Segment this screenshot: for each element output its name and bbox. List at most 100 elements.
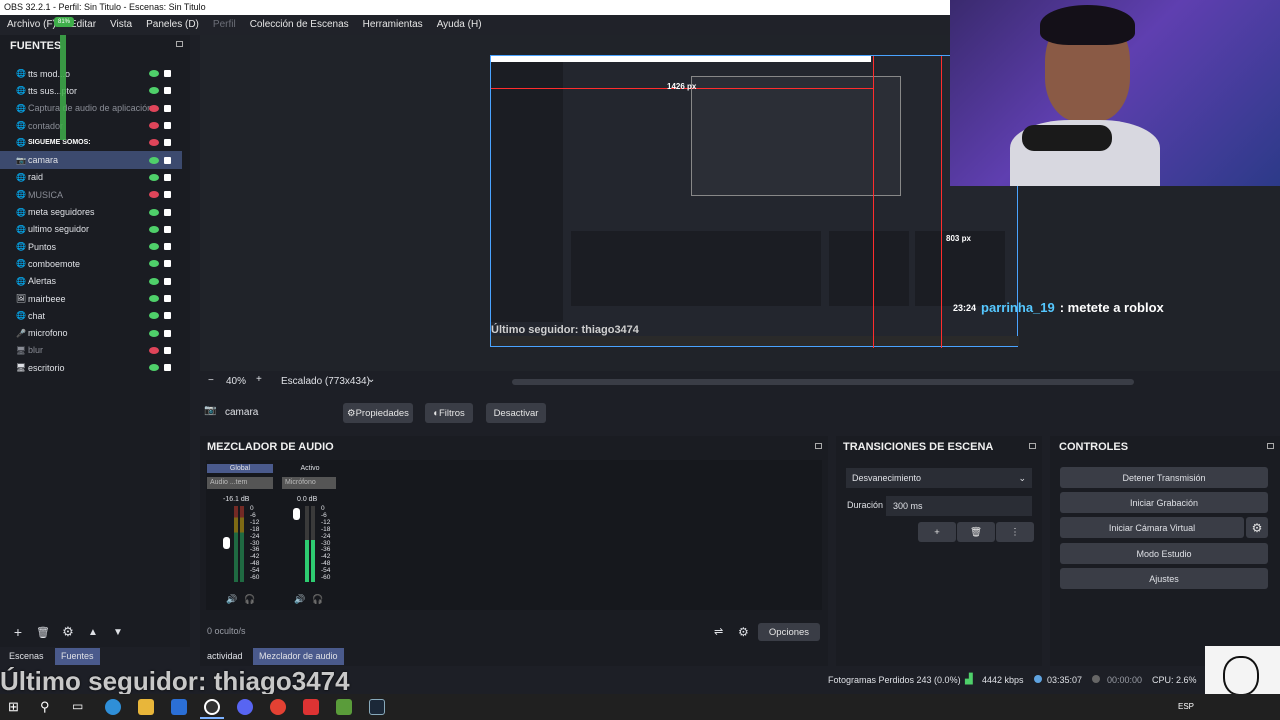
trash-icon[interactable]: 🗑	[35, 626, 51, 639]
source-item[interactable]: 🌐 SIGUEME SOMOS:	[0, 134, 182, 151]
mail-icon[interactable]	[171, 699, 187, 715]
lock-icon[interactable]	[164, 104, 171, 112]
tab-activity[interactable]: actividad	[201, 648, 249, 665]
headphones-icon[interactable]: 🎧	[312, 594, 323, 605]
undock-icon[interactable]	[1267, 443, 1274, 449]
volume-slider-global[interactable]	[223, 537, 230, 549]
more-options-icon[interactable]: ⋮	[996, 522, 1034, 542]
windows-start-icon[interactable]: ⊞	[8, 699, 24, 715]
discord-icon[interactable]	[237, 699, 253, 715]
source-item[interactable]: 📷 camara	[0, 151, 182, 169]
speaker-icon[interactable]: 🔊	[226, 594, 237, 605]
add-transition-button[interactable]: +	[918, 522, 956, 542]
lock-icon[interactable]	[164, 139, 171, 147]
transition-select[interactable]: Desvanecimiento ⌄	[846, 468, 1032, 488]
eye-icon[interactable]	[149, 312, 159, 320]
eye-off-icon[interactable]	[149, 139, 159, 147]
tab-audio-mixer[interactable]: Mezclador de audio	[253, 648, 344, 665]
menu-tools[interactable]: Herramientas	[356, 15, 430, 35]
lock-icon[interactable]	[164, 295, 171, 302]
source-item[interactable]: 🌐 MUSICA	[0, 186, 182, 203]
speaker-icon[interactable]: 🔊	[294, 594, 305, 605]
headphones-icon[interactable]: 🎧	[244, 594, 255, 605]
language-indicator[interactable]: ESP	[1178, 702, 1194, 711]
menu-docks[interactable]: Paneles (D)	[139, 15, 206, 35]
source-item[interactable]: 🌐 comboemote	[0, 255, 182, 272]
search-icon[interactable]: ⚲	[40, 699, 56, 715]
move-up-icon[interactable]: ▲	[85, 627, 101, 638]
undock-icon[interactable]	[815, 443, 822, 449]
source-item[interactable]: 🖥 escritorio	[0, 359, 182, 376]
eye-icon[interactable]	[149, 364, 159, 372]
source-item[interactable]: 🌐 meta seguidores	[0, 203, 182, 220]
source-item[interactable]: 🌐 Alertas	[0, 273, 182, 290]
lock-icon[interactable]	[164, 191, 171, 199]
file-explorer-icon[interactable]	[138, 699, 154, 715]
add-source-icon[interactable]: +	[10, 624, 26, 640]
eye-icon[interactable]	[149, 208, 159, 216]
start-recording-button[interactable]: Iniciar Grabación	[1060, 492, 1268, 513]
roblox-icon[interactable]	[303, 699, 319, 715]
settings-button[interactable]: Ajustes	[1060, 568, 1268, 589]
eye-off-icon[interactable]	[149, 104, 159, 112]
lock-icon[interactable]	[164, 173, 171, 181]
edge-icon[interactable]	[105, 699, 121, 715]
eye-icon[interactable]	[149, 329, 159, 337]
scale-dropdown[interactable]: Escalado (773x434)	[281, 376, 370, 387]
lock-icon[interactable]	[164, 312, 171, 320]
eye-off-icon[interactable]	[149, 122, 159, 130]
horizontal-scrollbar[interactable]	[512, 379, 1134, 385]
lock-icon[interactable]	[164, 70, 171, 78]
undock-icon[interactable]	[176, 41, 183, 47]
duration-input[interactable]: 300 ms	[886, 496, 1032, 516]
undock-icon[interactable]	[1029, 443, 1036, 449]
lock-icon[interactable]	[164, 208, 171, 216]
gear-icon[interactable]: ⚙	[738, 625, 749, 639]
lock-icon[interactable]	[164, 225, 171, 233]
task-view-icon[interactable]: ▭	[72, 699, 88, 715]
eye-off-icon[interactable]	[149, 191, 159, 199]
eye-icon[interactable]	[149, 260, 159, 268]
preview-canvas[interactable]: 1426 px 803 px Último seguidor: thiago34…	[490, 55, 1019, 348]
mixer-settings-icon[interactable]: ⇌	[714, 625, 723, 638]
tab-scenes[interactable]: Escenas	[3, 648, 50, 665]
eye-icon[interactable]	[149, 87, 159, 95]
tab-sources[interactable]: Fuentes	[55, 648, 100, 665]
source-item[interactable]: 🌐 chat	[0, 307, 182, 324]
lock-icon[interactable]	[164, 364, 171, 372]
source-item[interactable]: 🌐 Captura de audio de aplicación	[0, 100, 182, 117]
gear-icon[interactable]: ⚙	[1246, 517, 1268, 538]
zoom-out-icon[interactable]: −	[208, 375, 214, 386]
lock-icon[interactable]	[164, 122, 171, 130]
eye-icon[interactable]	[149, 295, 159, 302]
source-item[interactable]: 🌐 ultimo seguidor	[0, 221, 182, 238]
chrome-icon[interactable]	[270, 699, 286, 715]
minecraft-icon[interactable]	[336, 699, 352, 715]
deactivate-button[interactable]: Desactivar	[486, 403, 546, 423]
menu-help[interactable]: Ayuda (H)	[430, 15, 489, 35]
options-button[interactable]: Opciones	[758, 623, 820, 641]
menu-scene-collection[interactable]: Colección de Escenas	[243, 15, 356, 35]
zoom-in-icon[interactable]: +	[256, 374, 262, 385]
eye-icon[interactable]	[149, 225, 159, 233]
move-down-icon[interactable]: ▼	[110, 627, 126, 638]
obs-icon[interactable]	[204, 699, 220, 715]
source-item[interactable]: 🎤 microfono	[0, 324, 182, 341]
properties-button[interactable]: ⚙ Propiedades	[343, 403, 413, 423]
channel-device-global[interactable]: Audio ...tem	[207, 477, 273, 489]
lock-icon[interactable]	[164, 156, 171, 164]
lock-icon[interactable]	[164, 260, 171, 268]
source-item[interactable]: 🌐 tts mod...o	[0, 65, 182, 82]
stop-streaming-button[interactable]: Detener Transmisión	[1060, 467, 1268, 488]
source-item[interactable]: 🖼 mairbeee	[0, 290, 182, 307]
source-item[interactable]: 🌐 contador	[0, 117, 182, 134]
channel-device-active[interactable]: Micrófono	[282, 477, 336, 489]
lock-icon[interactable]	[164, 277, 171, 285]
eye-icon[interactable]	[149, 277, 159, 285]
eye-off-icon[interactable]	[149, 346, 159, 354]
menu-profile[interactable]: Perfil	[206, 15, 243, 35]
steam-icon[interactable]	[369, 699, 385, 715]
gear-icon[interactable]: ⚙	[60, 624, 76, 640]
source-item[interactable]: 🌐 Puntos	[0, 238, 182, 255]
volume-slider-active[interactable]	[293, 508, 300, 520]
